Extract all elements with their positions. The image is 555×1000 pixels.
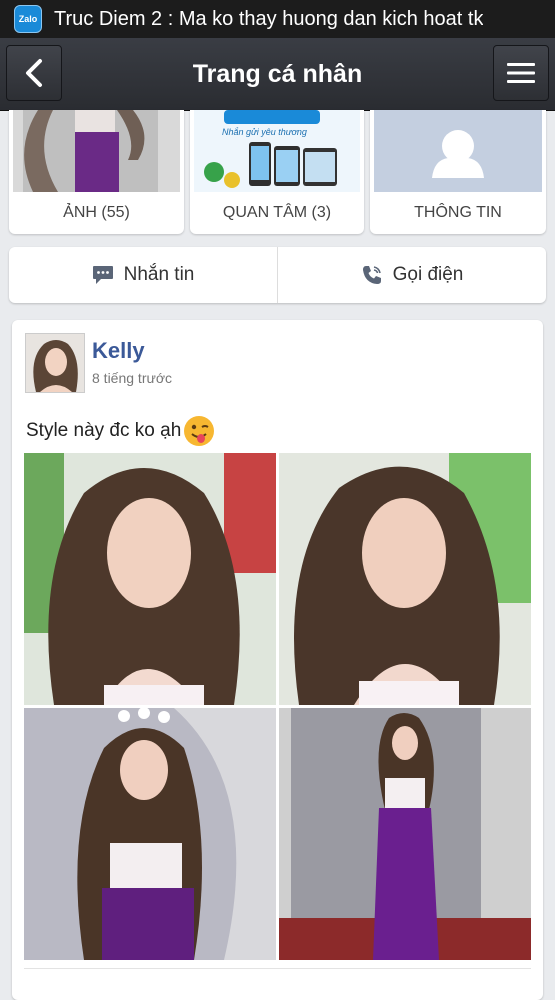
tile-photos[interactable]: ẢNH (55) xyxy=(9,110,184,234)
post-photo-4[interactable] xyxy=(279,708,531,960)
call-button-label: Gọi điện xyxy=(392,264,464,285)
photos-thumbnail xyxy=(13,110,180,192)
wink-tongue-emoji-icon xyxy=(184,416,215,446)
call-button[interactable]: Gọi điện xyxy=(278,247,546,303)
tile-info-label: THÔNG TIN xyxy=(414,204,502,221)
post-card: Kelly 8 tiếng trước Style này đc ko ạh xyxy=(12,320,543,1000)
post-photo-2[interactable] xyxy=(279,453,531,705)
post-author[interactable]: Kelly xyxy=(92,338,145,364)
zalo-icon: Zalo xyxy=(14,5,42,33)
tile-info[interactable]: THÔNG TIN xyxy=(370,110,546,234)
post-time: 8 tiếng trước xyxy=(92,370,173,386)
tile-interests[interactable]: Nhắn gửi yêu thương QUAN TÂM (3) xyxy=(190,110,364,234)
post-footer-divider xyxy=(24,968,531,969)
hamburger-menu-icon xyxy=(507,63,535,83)
post-photo-3[interactable] xyxy=(24,708,276,960)
post-caption: Style này đc ko ạh xyxy=(26,415,215,447)
zalo-banner-image xyxy=(194,110,360,192)
message-button[interactable]: Nhắn tin xyxy=(9,247,277,303)
profile-actions: Nhắn tin Gọi điện xyxy=(9,247,546,303)
tile-interests-label: QUAN TÂM (3) xyxy=(222,204,332,221)
zalo-banner-tagline: Nhắn gửi yêu thương xyxy=(222,127,307,137)
post-caption-text: Style này đc ko ạh xyxy=(26,420,182,441)
notification-text: Truc Diem 2 : Ma ko thay huong dan kich … xyxy=(54,7,484,30)
page-title: Trang cá nhân xyxy=(192,60,363,88)
post-photo-1[interactable] xyxy=(24,453,276,705)
tile-photos-label: ẢNH (55) xyxy=(63,204,130,221)
menu-button[interactable] xyxy=(493,45,549,101)
back-arrow-icon xyxy=(26,59,42,87)
author-avatar[interactable] xyxy=(25,333,85,393)
back-button[interactable] xyxy=(6,45,62,101)
message-button-label: Nhắn tin xyxy=(123,264,195,285)
person-placeholder-icon xyxy=(374,110,542,192)
notification-bar[interactable]: Zalo Truc Diem 2 : Ma ko thay huong dan … xyxy=(0,0,555,38)
avatar-image xyxy=(26,334,84,392)
chat-bubble-icon xyxy=(92,266,113,284)
action-bar: Trang cá nhân xyxy=(0,38,555,111)
phone-icon xyxy=(362,266,381,284)
